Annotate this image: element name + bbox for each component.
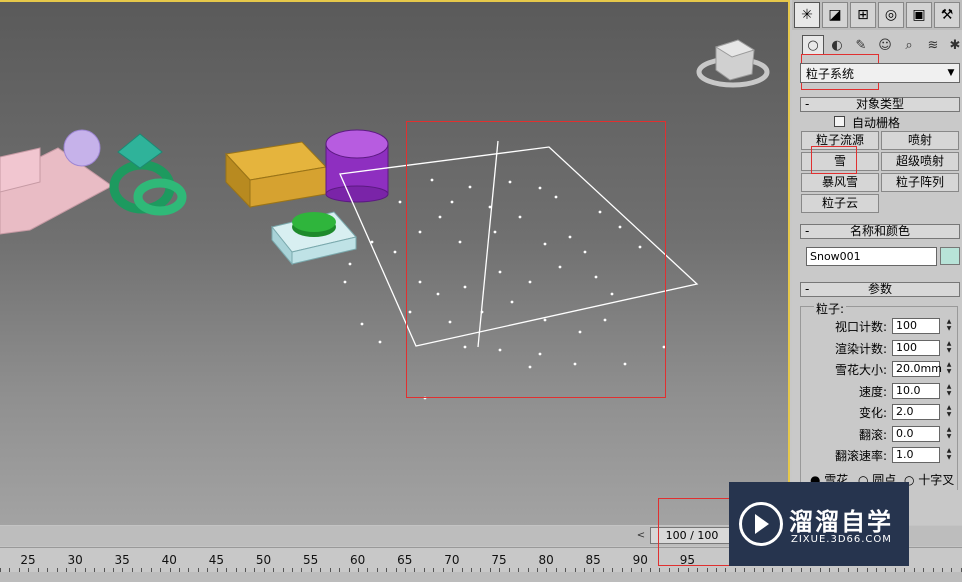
view-cube bbox=[696, 39, 770, 88]
spinner-icon[interactable]: ▲ ▼ bbox=[944, 404, 954, 420]
chevron-down-icon[interactable]: ▼ bbox=[943, 64, 959, 82]
param-tumble-rate[interactable]: 1.0 bbox=[892, 447, 940, 463]
space-warps-icon[interactable]: ≋ bbox=[922, 35, 944, 55]
watermark-logo: 溜溜自学 ZIXUE.3D66.COM bbox=[729, 482, 909, 566]
ruler-label: 35 bbox=[114, 553, 130, 567]
object-color-swatch[interactable] bbox=[940, 247, 960, 265]
radio-cross[interactable]: ○ 十字叉 bbox=[904, 471, 954, 488]
param-viewport-count[interactable]: 100 bbox=[892, 318, 940, 334]
ruler-label: 45 bbox=[208, 553, 225, 567]
ruler-label: 25 bbox=[20, 553, 36, 567]
hierarchy-tab-icon[interactable]: ⊞ bbox=[850, 2, 876, 28]
param-tumble[interactable]: 0.0 bbox=[892, 426, 940, 442]
lavender-sphere bbox=[63, 129, 101, 167]
ruler-label: 65 bbox=[397, 553, 413, 567]
status-bar bbox=[0, 572, 962, 582]
particles-group-label: 粒子: bbox=[814, 300, 847, 317]
lights-icon[interactable]: ✎ bbox=[850, 35, 872, 55]
snow-emitter-plane bbox=[339, 140, 699, 348]
auto-grid-label: 自动栅格 bbox=[852, 116, 901, 130]
param-label: 渲染计数: bbox=[834, 342, 887, 356]
param-label: 速度: bbox=[858, 385, 887, 399]
watermark-url: ZIXUE.3D66.COM bbox=[791, 534, 892, 545]
purple-cylinder bbox=[325, 129, 389, 203]
ruler-label: 40 bbox=[161, 553, 177, 567]
ruler-label: 55 bbox=[302, 553, 319, 567]
param-label: 雪花大小: bbox=[834, 363, 887, 377]
name-color-rollout[interactable]: - 名称和颜色 bbox=[800, 224, 960, 239]
spinner-icon[interactable]: ▲ ▼ bbox=[944, 383, 954, 399]
perspective-viewport[interactable] bbox=[0, 0, 790, 525]
display-tab-icon[interactable]: ▣ bbox=[906, 2, 932, 28]
btn-spray[interactable]: 喷射 bbox=[881, 131, 959, 150]
spinner-icon[interactable]: ▲ ▼ bbox=[944, 426, 954, 442]
spinner-icon[interactable]: ▲ ▼ bbox=[944, 340, 954, 356]
param-label: 翻滚: bbox=[858, 428, 887, 442]
btn-particle-flow[interactable]: 粒子流源 bbox=[801, 131, 879, 150]
ruler-label: 70 bbox=[444, 553, 460, 567]
utilities-tab-icon[interactable]: ⚒ bbox=[934, 2, 960, 28]
motion-tab-icon[interactable]: ◎ bbox=[878, 2, 904, 28]
param-label: 变化: bbox=[858, 406, 887, 420]
create-subcategories: ○ ◐ ✎ ☺ ⌕ ≋ ✱ bbox=[792, 32, 962, 58]
ruler-label: 50 bbox=[255, 553, 272, 567]
btn-particle-cloud[interactable]: 粒子云 bbox=[801, 194, 879, 213]
param-label: 视口计数: bbox=[834, 320, 887, 334]
snow-particles bbox=[343, 178, 666, 400]
shapes-icon[interactable]: ◐ bbox=[826, 35, 848, 55]
ruler-label: 60 bbox=[350, 553, 366, 567]
btn-snow[interactable]: 雪 bbox=[801, 152, 879, 171]
category-dropdown-value: 粒子系统 bbox=[806, 66, 855, 81]
btn-particle-array[interactable]: 粒子阵列 bbox=[881, 173, 959, 192]
spinner-icon[interactable]: ▲ ▼ bbox=[944, 318, 954, 334]
param-render-count[interactable]: 100 bbox=[892, 340, 940, 356]
parameters-rollout[interactable]: - 参数 bbox=[800, 282, 960, 297]
command-panel: ✳ ◪ ⊞ ◎ ▣ ⚒ ○ ◐ ✎ ☺ ⌕ ≋ ✱ 粒子系统 ▼ - 对象类型 … bbox=[792, 0, 962, 490]
play-icon bbox=[755, 514, 769, 534]
helpers-icon[interactable]: ⌕ bbox=[898, 35, 920, 55]
btn-super-spray[interactable]: 超级喷射 bbox=[881, 152, 959, 171]
name-color-title: 名称和颜色 bbox=[849, 224, 910, 238]
param-speed[interactable]: 10.0 bbox=[892, 383, 940, 399]
create-tab-icon[interactable]: ✳ bbox=[794, 2, 820, 28]
category-dropdown[interactable]: 粒子系统 ▼ bbox=[800, 63, 960, 83]
yellow-box bbox=[224, 141, 328, 209]
time-slider-thumb[interactable]: 100 / 100 bbox=[650, 527, 734, 544]
ruler-label: 75 bbox=[491, 553, 507, 567]
ruler-label: 95 bbox=[679, 553, 696, 567]
watermark-name: 溜溜自学 bbox=[789, 508, 893, 536]
systems-icon[interactable]: ✱ bbox=[944, 35, 962, 55]
geometry-icon[interactable]: ○ bbox=[802, 35, 824, 55]
blue-box bbox=[271, 211, 357, 266]
param-label: 翻滚速率: bbox=[834, 449, 887, 463]
param-variation[interactable]: 2.0 bbox=[892, 404, 940, 420]
ruler-label: 85 bbox=[585, 553, 601, 567]
object-name-field[interactable]: Snow001 bbox=[806, 247, 937, 266]
modify-tab-icon[interactable]: ◪ bbox=[822, 2, 848, 28]
ruler-label: 80 bbox=[538, 553, 554, 567]
green-torus-knot bbox=[109, 160, 187, 216]
parameters-title: 参数 bbox=[867, 282, 892, 296]
btn-blizzard[interactable]: 暴风雪 bbox=[801, 173, 879, 192]
object-type-rollout[interactable]: - 对象类型 bbox=[800, 97, 960, 112]
auto-grid-checkbox[interactable] bbox=[834, 116, 845, 127]
panel-tabs: ✳ ◪ ⊞ ◎ ▣ ⚒ bbox=[792, 0, 962, 30]
object-type-title: 对象类型 bbox=[855, 97, 904, 111]
spinner-icon[interactable]: ▲ ▼ bbox=[944, 361, 954, 377]
cameras-icon[interactable]: ☺ bbox=[874, 35, 896, 55]
scene-graphics bbox=[0, 39, 770, 400]
ruler-label: 30 bbox=[67, 553, 83, 567]
prev-frame-icon[interactable]: < bbox=[634, 528, 648, 542]
spinner-icon[interactable]: ▲ ▼ bbox=[944, 447, 954, 463]
param-flake-size[interactable]: 20.0mm bbox=[892, 361, 942, 377]
ruler-label: 90 bbox=[632, 553, 648, 567]
